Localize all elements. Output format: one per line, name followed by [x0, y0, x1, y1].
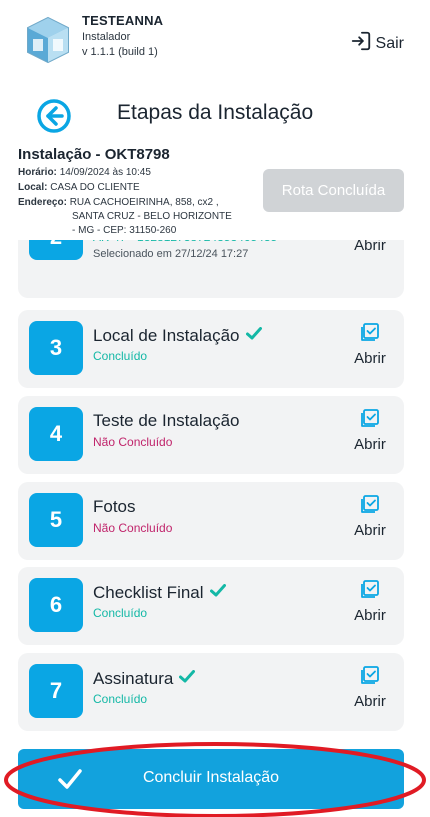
step-status: Concluído [93, 349, 148, 363]
installation-time: Horário: 14/09/2024 às 10:45 [18, 167, 151, 178]
open-step-label: Abrir [354, 607, 386, 624]
open-step-label: Abrir [354, 436, 386, 453]
step-card[interactable]: 3 Local de Instalação Concluído Abrir [18, 310, 404, 388]
step-title-row: Checklist Final [93, 582, 226, 603]
finish-installation-label: Concluir Instalação [142, 769, 280, 786]
step-title: Assinatura [93, 669, 174, 688]
step-card[interactable]: 6 Checklist Final Concluído Abrir [18, 567, 404, 645]
installation-location: Local: CASA DO CLIENTE [18, 182, 140, 193]
step-title-row: Teste de Instalação [93, 411, 239, 431]
address-line-1: RUA CACHOEIRINHA, 858, cx2 , [69, 197, 219, 208]
user-role: Instalador [82, 31, 131, 43]
step-title-row: Local de Instalação [93, 325, 262, 346]
step-title: Fotos [93, 497, 136, 516]
back-arrow-icon [36, 99, 72, 138]
step-number: 7 [29, 664, 83, 718]
app-header: TESTEANNA Instalador v 1.1.1 (build 1) S… [0, 0, 430, 80]
back-button[interactable] [36, 98, 72, 134]
open-checklist-icon [359, 493, 381, 520]
logout-label: Sair [375, 34, 404, 52]
open-step-label: Abrir [354, 350, 386, 367]
checkmark-icon [245, 325, 262, 345]
time-label: Horário: [18, 167, 57, 178]
location-value: CASA DO CLIENTE [50, 182, 140, 193]
open-step-label: Abrir [354, 522, 386, 539]
step-card[interactable]: 5 Fotos Não Concluído Abrir [18, 482, 404, 560]
app-logo-icon [22, 14, 74, 66]
user-info: TESTEANNA Instalador v 1.1.1 (build 1) [82, 13, 163, 58]
open-step-button[interactable]: Abrir [350, 664, 390, 710]
step-status: Concluído [93, 692, 148, 706]
address-line-3: - MG - CEP: 31150-260 [72, 225, 177, 236]
step-title-row: Assinatura [93, 668, 196, 689]
checkmark-icon [179, 668, 196, 688]
open-step-button[interactable]: Abrir [350, 578, 390, 624]
open-step-label: Abrir [354, 693, 386, 710]
user-name: TESTEANNA [82, 13, 164, 28]
step-title: Local de Instalação [93, 326, 240, 345]
open-checklist-icon [359, 407, 381, 434]
logout-button[interactable]: Sair [350, 30, 404, 57]
step-status: Não Concluído [93, 521, 173, 535]
route-completed-button[interactable]: Rota Concluída [263, 169, 404, 212]
app-version: v 1.1.1 (build 1) [82, 46, 158, 58]
step-number: 5 [29, 493, 83, 547]
step-status: Não Concluído [93, 435, 173, 449]
step-title: Teste de Instalação [93, 411, 240, 430]
installation-address: Endereço: RUA CACHOEIRINHA, 858, cx2 , [18, 197, 219, 208]
step-number: 3 [29, 321, 83, 375]
step-title-row: Fotos [93, 497, 136, 517]
step-card[interactable]: 7 Assinatura Concluído Abrir [18, 653, 404, 731]
address-line-2: SANTA CRUZ - BELO HORIZONTE [72, 211, 232, 222]
logout-icon [350, 30, 372, 57]
page-title: Etapas da Instalação [117, 101, 314, 124]
finish-installation-button[interactable]: Concluir Instalação [18, 749, 404, 809]
step-selected-date: Selecionado em 27/12/24 17:27 [93, 248, 249, 260]
open-step-button[interactable]: Abrir [350, 493, 390, 539]
installation-title: Instalação - OKT8798 [18, 146, 170, 163]
checkmark-icon [209, 582, 226, 602]
open-step-button[interactable]: Abrir [350, 321, 390, 367]
address-label: Endereço: [18, 197, 67, 208]
open-step-button[interactable]: Abrir [350, 407, 390, 453]
step-status: Concluído [93, 606, 148, 620]
step-card[interactable]: 4 Teste de Instalação Não Concluído Abrir [18, 396, 404, 474]
location-label: Local: [18, 182, 48, 193]
step-number: 6 [29, 578, 83, 632]
step-number: 4 [29, 407, 83, 461]
open-checklist-icon [359, 664, 381, 691]
open-checklist-icon [359, 321, 381, 348]
time-value: 14/09/2024 às 10:45 [59, 167, 151, 178]
open-checklist-icon [359, 578, 381, 605]
step-title: Checklist Final [93, 583, 204, 602]
